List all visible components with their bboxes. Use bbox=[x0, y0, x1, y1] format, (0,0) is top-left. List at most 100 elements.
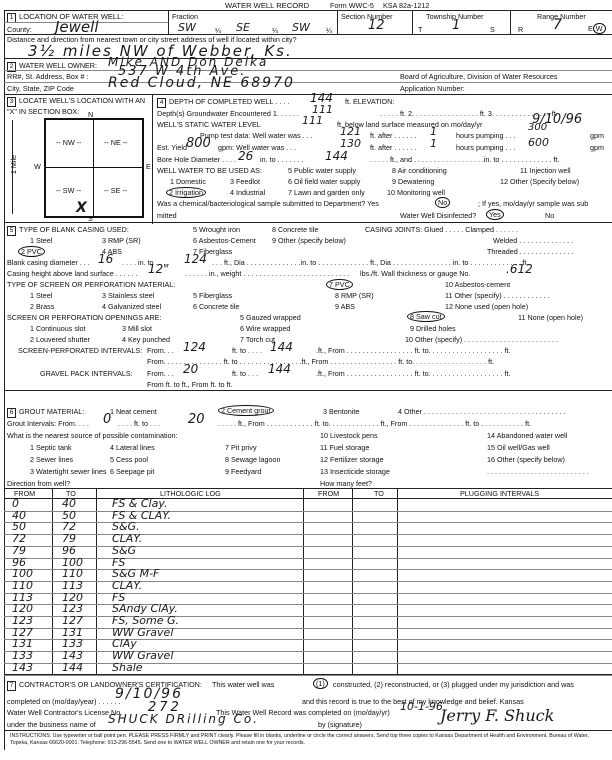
log-from[interactable]: 143 bbox=[12, 661, 33, 674]
static-label: WELL'S STATIC WATER LEVEL bbox=[157, 120, 261, 129]
use-option[interactable]: 8 Air conditioning bbox=[392, 166, 447, 175]
use-option[interactable]: 1 Domestic bbox=[170, 177, 206, 186]
use-option[interactable]: 6 Oil field water supply bbox=[288, 177, 360, 186]
contam-option[interactable]: 6 Seepage pit bbox=[110, 467, 154, 476]
use-option[interactable]: 7 Lawn and garden only bbox=[288, 188, 365, 197]
casing-selected[interactable]: 2 PVC bbox=[18, 246, 45, 257]
screen-selected[interactable]: 7 PVC bbox=[326, 279, 353, 290]
contam-option[interactable]: 12 Fertilizer storage bbox=[320, 455, 384, 464]
use-option[interactable]: 9 Dewatering bbox=[392, 177, 434, 186]
screen-option[interactable]: 9 ABS bbox=[335, 302, 355, 311]
gravel-to-value[interactable]: 144 bbox=[268, 362, 291, 376]
opening-option[interactable]: 3 Mill slot bbox=[122, 324, 152, 333]
casing-option[interactable]: 9 Other (specify below) bbox=[272, 236, 346, 245]
use-option[interactable]: 11 Injection well bbox=[520, 166, 571, 175]
yield-value[interactable]: 800 bbox=[186, 136, 211, 151]
grout-selected[interactable]: 2 Cement grout bbox=[218, 405, 274, 416]
grout-from-value[interactable]: 0 bbox=[103, 412, 111, 427]
screen-other[interactable]: 11 Other (specify) . . . . . . . . . . .… bbox=[445, 291, 550, 300]
pump1-gpm[interactable]: 300 bbox=[528, 122, 547, 133]
casing-option[interactable]: 6 Asbestos-Cement bbox=[193, 236, 256, 245]
grout-option[interactable]: 3 Bentonite bbox=[323, 407, 359, 416]
use-option[interactable]: 5 Public water supply bbox=[288, 166, 356, 175]
use-option[interactable]: 12 Other (Specify below) bbox=[500, 177, 579, 186]
blank-to-value[interactable]: 124 bbox=[184, 252, 207, 266]
cert-circled[interactable]: (1) bbox=[313, 678, 328, 689]
gravel-from-value[interactable]: 20 bbox=[183, 362, 198, 376]
screen-option[interactable]: 12 None used (open hole) bbox=[445, 302, 528, 311]
use-option-selected[interactable]: 2 Irrigation bbox=[166, 187, 206, 198]
use-option[interactable]: 10 Monitoring well bbox=[387, 188, 445, 197]
casing-option[interactable]: 1 Steel bbox=[30, 236, 52, 245]
contam-option[interactable]: 16 Other (specify below) bbox=[487, 455, 565, 464]
township-value[interactable]: 1 bbox=[452, 18, 460, 33]
opening-option[interactable]: 5 Gauzed wrapped bbox=[240, 313, 301, 322]
opening-other[interactable]: 10 Other (specify) . . . . . . . . . . .… bbox=[405, 335, 558, 344]
fraction-1[interactable]: SW bbox=[178, 21, 196, 34]
screen-option[interactable]: 10 Asbestos-cement bbox=[445, 280, 510, 289]
screen-option[interactable]: 2 Brass bbox=[30, 302, 54, 311]
contam-option[interactable]: 14 Abandoned water well bbox=[487, 431, 567, 440]
casing-option[interactable]: 8 Concrete tile bbox=[272, 225, 318, 234]
use-option[interactable]: 4 Industrial bbox=[230, 188, 265, 197]
opening-option[interactable]: 6 Wire wrapped bbox=[240, 324, 290, 333]
opening-option[interactable]: 1 Continuous slot bbox=[30, 324, 86, 333]
contam-option[interactable]: 3 Watertight sewer lines bbox=[30, 467, 106, 476]
contam-option[interactable]: 15 Oil well/Gas well bbox=[487, 443, 550, 452]
perf-to-value[interactable]: 144 bbox=[270, 340, 293, 354]
pump2-gpm[interactable]: 600 bbox=[528, 136, 549, 149]
screen-option[interactable]: 5 Fiberglass bbox=[193, 291, 232, 300]
section-box[interactable]: -- NW -- -- NE -- -- SW -- -- SE -- X bbox=[44, 118, 144, 218]
openings-label: SCREEN OR PERFORATION OPENINGS ARE: bbox=[7, 313, 162, 322]
chem-answer[interactable]: No bbox=[435, 197, 451, 208]
disinfected-answer[interactable]: Yes bbox=[486, 209, 504, 220]
fraction-3[interactable]: SW bbox=[292, 21, 310, 34]
business-value[interactable]: SHUCK DRilling Co. bbox=[108, 712, 259, 726]
contam-option[interactable]: 1 Septic tank bbox=[30, 443, 72, 452]
contam-other-dots[interactable]: . . . . . . . . . . . . . . . . . . . . … bbox=[487, 467, 589, 476]
record-date[interactable]: 10-1-96 bbox=[400, 700, 443, 713]
contam-option[interactable]: 10 Livestock pens bbox=[320, 431, 378, 440]
contam-option[interactable]: 8 Sewage lagoon bbox=[225, 455, 281, 464]
log-to[interactable]: 144 bbox=[62, 661, 83, 674]
bore-to-value[interactable]: 144 bbox=[325, 149, 348, 163]
opening-option[interactable]: 2 Louvered shutter bbox=[30, 335, 90, 344]
disinfected-no[interactable]: No bbox=[545, 211, 554, 220]
bore-value[interactable]: 26 bbox=[238, 149, 253, 163]
opening-selected[interactable]: 8 Saw cut bbox=[407, 311, 445, 322]
contam-option[interactable]: 11 Fuel storage bbox=[320, 443, 369, 452]
contam-option[interactable]: 13 Insecticide storage bbox=[320, 467, 390, 476]
contam-option[interactable]: 9 Feedyard bbox=[225, 467, 261, 476]
fraction-2[interactable]: SE bbox=[236, 21, 250, 34]
casing-option[interactable]: 5 Wrought iron bbox=[193, 225, 240, 234]
range-ew[interactable]: EW bbox=[588, 23, 606, 34]
opening-option[interactable]: 4 Key punched bbox=[122, 335, 170, 344]
signature[interactable]: Jerry F. Shuck bbox=[440, 706, 554, 725]
blank-dia-value[interactable]: 16 bbox=[98, 252, 113, 266]
pump2-after[interactable]: 1 bbox=[430, 137, 437, 150]
casing-option[interactable]: 3 RMP (SR) bbox=[102, 236, 141, 245]
opening-option[interactable]: 11 None (open hole) bbox=[518, 313, 583, 322]
perf-from-value[interactable]: 124 bbox=[183, 340, 206, 354]
screen-option[interactable]: 8 RMP (SR) bbox=[335, 291, 374, 300]
static-value[interactable]: 111 bbox=[302, 114, 323, 127]
grout-to-value[interactable]: 20 bbox=[188, 412, 205, 427]
height-value[interactable]: 12" bbox=[148, 262, 169, 276]
log-description[interactable]: Shale bbox=[112, 661, 143, 674]
grout-option[interactable]: 1 Neat cement bbox=[110, 407, 157, 416]
section-number-value[interactable]: 12 bbox=[368, 18, 385, 33]
wall-value[interactable]: .612 bbox=[506, 262, 533, 276]
grout-other[interactable]: 4 Other . . . . . . . . . . . . . . . . … bbox=[398, 407, 566, 416]
range-value[interactable]: 7 bbox=[553, 17, 562, 33]
screen-option[interactable]: 1 Steel bbox=[30, 291, 52, 300]
screen-option[interactable]: 6 Concrete tile bbox=[193, 302, 239, 311]
screen-option[interactable]: 4 Galvanized steel bbox=[102, 302, 161, 311]
contam-option[interactable]: 2 Sewer lines bbox=[30, 455, 73, 464]
screen-option[interactable]: 3 Stainless steel bbox=[102, 291, 154, 300]
contam-option[interactable]: 7 Pit privy bbox=[225, 443, 257, 452]
opening-option[interactable]: 9 Drilled holes bbox=[410, 324, 456, 333]
city-value[interactable]: Red Cloud, NE 68970 bbox=[108, 75, 295, 91]
contam-option[interactable]: 5 Cess pool bbox=[110, 455, 148, 464]
use-option[interactable]: 3 Feedlot bbox=[230, 177, 260, 186]
contam-option[interactable]: 4 Lateral lines bbox=[110, 443, 155, 452]
